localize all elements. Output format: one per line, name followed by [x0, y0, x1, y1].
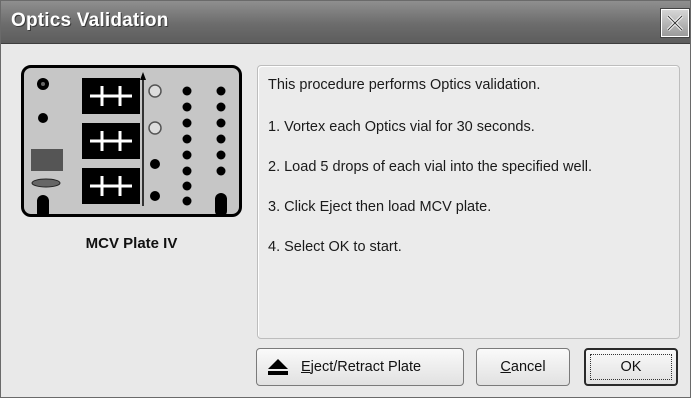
focus-rectangle — [590, 354, 672, 380]
eject-icon — [268, 359, 288, 375]
step-4-text: 4. Select OK to start. — [268, 239, 402, 255]
eject-button-label: Eject/Retract Plate — [301, 359, 422, 375]
intro-text: This procedure performs Optics validatio… — [268, 77, 541, 93]
step-3-text: 3. Click Eject then load MCV plate. — [268, 199, 492, 215]
cancel-button-label: Cancel — [500, 359, 546, 375]
plate-illustration — [31, 72, 227, 219]
instructions-panel: This procedure performs Optics validatio… — [257, 65, 680, 339]
plate-caption: MCV Plate IV — [85, 235, 178, 252]
close-button[interactable] — [661, 9, 689, 37]
close-icon — [666, 14, 684, 32]
eject-retract-plate-button[interactable]: Eject/Retract Plate — [256, 348, 464, 386]
plate-diagram — [21, 65, 242, 219]
step-1-text: 1. Vortex each Optics vial for 30 second… — [268, 119, 535, 135]
dialog-window: Optics Validation MCV Plate IV This proc… — [0, 0, 691, 398]
ok-button[interactable]: OK — [584, 348, 678, 386]
cancel-button[interactable]: Cancel — [476, 348, 570, 386]
dialog-title: Optics Validation — [11, 10, 169, 31]
title-bar[interactable]: Optics Validation — [1, 1, 690, 44]
step-2-text: 2. Load 5 drops of each vial into the sp… — [268, 159, 593, 175]
